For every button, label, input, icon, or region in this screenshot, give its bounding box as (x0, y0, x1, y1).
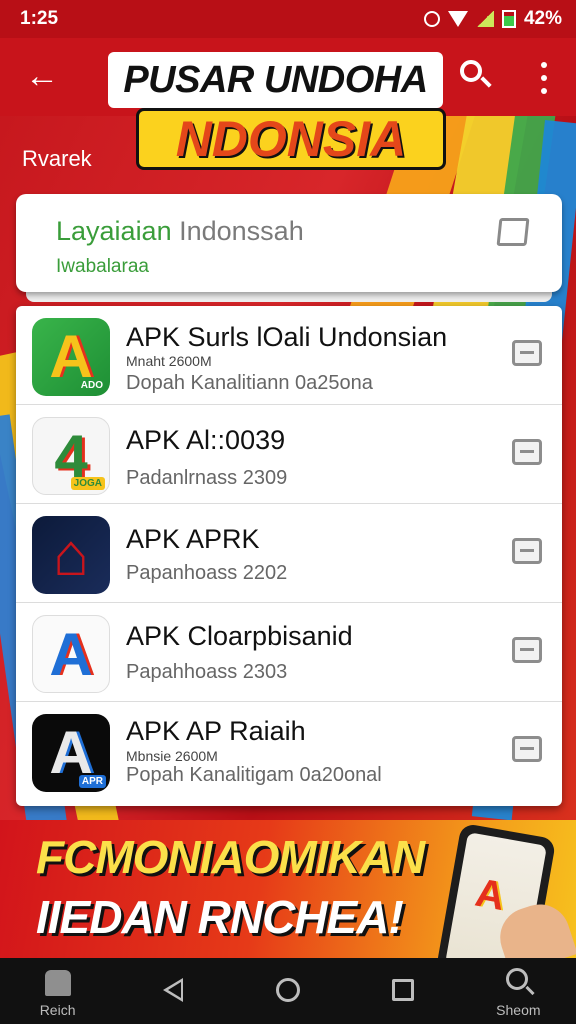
app-icon-a-green: A ADO (32, 318, 110, 396)
search-card-subtitle: Iwabalaraa (56, 256, 149, 277)
list-item[interactable]: A ADO APK Surls lOali Undonsian Mnaht 26… (16, 306, 562, 405)
nav-search-label: Sheom (496, 1002, 541, 1018)
nav-back-button[interactable] (133, 958, 213, 1024)
app-icon-4-green: 4 JOGA (32, 417, 110, 495)
list-item[interactable]: A APR APK AP Raiaih Mbnsie 2600M Popah K… (16, 702, 562, 801)
recents-square-icon (392, 979, 415, 1001)
download-button[interactable] (512, 637, 542, 663)
download-button[interactable] (512, 439, 542, 465)
app-icon-a-blue: A (32, 615, 110, 693)
list-item[interactable]: 4 JOGA APK Al::0039 Padanlrnass 2309 (16, 405, 562, 504)
app-desc: Popah Kanalitigam 0a20onal (126, 764, 382, 786)
signal-icon (475, 11, 494, 27)
back-arrow-icon[interactable]: ← (22, 56, 62, 96)
app-icon-tag: JOGA (70, 477, 105, 490)
system-nav-bar: Reich Sheom (0, 958, 576, 1024)
app-icon-tag: ADO (80, 380, 103, 391)
more-vert-icon[interactable] (532, 58, 556, 98)
app-name: APK Al::0039 (126, 425, 286, 455)
app-name: APK Surls lOali Undonsian (126, 322, 448, 352)
app-name: APK AP Raiaih (126, 716, 306, 746)
app-desc: Papahhoass 2303 (126, 661, 288, 683)
app-name: APK Cloarpbisanid (126, 621, 353, 651)
status-time: 1:25 (20, 8, 59, 29)
nav-recents-button[interactable] (363, 958, 443, 1024)
list-item[interactable]: ⌂ APK APRK Papanhoass 2202 (16, 504, 562, 603)
promo-subheadline: IIEDAN RNCHEA! (36, 891, 404, 943)
status-icons: 42% (423, 8, 562, 30)
page-title: PUSAR UNDOHA (108, 52, 443, 108)
nav-home-button[interactable] (248, 958, 328, 1024)
alarm-icon (423, 11, 440, 27)
app-bar: ← PUSAR UNDOHA (0, 38, 576, 116)
app-desc: Dopah Kanalitiann 0a25ona (126, 372, 373, 394)
promo-banner[interactable]: FCMONIAOMIKAN IIEDAN RNCHEA! (0, 820, 576, 958)
app-desc: Padanlrnass 2309 (126, 467, 288, 489)
promo-headline: FCMONIAOMIKAN (36, 831, 425, 883)
battery-icon (501, 10, 516, 28)
search-icon[interactable] (456, 58, 492, 94)
home-icon (44, 970, 71, 996)
section-label: Rvarek (22, 146, 92, 171)
circle-home-icon (275, 978, 300, 1002)
search-icon (506, 968, 529, 990)
search-card-title: Layaiaian Indonssah (56, 216, 304, 247)
search-card-title-gray: Indonssah (179, 216, 304, 246)
nav-search[interactable]: Sheom (478, 958, 558, 1024)
back-triangle-icon (162, 978, 183, 1002)
nav-home-label: Reich (39, 1002, 76, 1018)
app-name: APK APRK (126, 524, 260, 554)
download-button[interactable] (512, 538, 542, 564)
search-card-title-green: Layaiaian (56, 216, 172, 246)
app-icon-tag: APR (78, 775, 106, 788)
app-icon-a-black: A APR (32, 714, 110, 792)
status-bar: 1:25 42% (0, 0, 576, 38)
list-item[interactable]: A APK Cloarpbisanid Papahhoass 2303 (16, 603, 562, 702)
app-desc: Papanhoass 2202 (126, 562, 288, 584)
search-card[interactable]: Layaiaian Indonssah Iwabalaraa (16, 194, 562, 292)
map-icon[interactable] (496, 218, 530, 246)
download-button[interactable] (512, 736, 542, 762)
app-meta: Mnaht 2600M (126, 353, 212, 369)
nav-home[interactable]: Reich (18, 958, 98, 1024)
page-subtitle: NDONSIA (136, 108, 446, 170)
app-meta: Mbnsie 2600M (126, 748, 218, 764)
app-list: A ADO APK Surls lOali Undonsian Mnaht 26… (16, 306, 562, 806)
app-icon-house-red: ⌂ (32, 516, 110, 594)
wifi-icon (447, 11, 468, 27)
battery-level: 42% (523, 8, 562, 29)
download-button[interactable] (512, 340, 542, 366)
